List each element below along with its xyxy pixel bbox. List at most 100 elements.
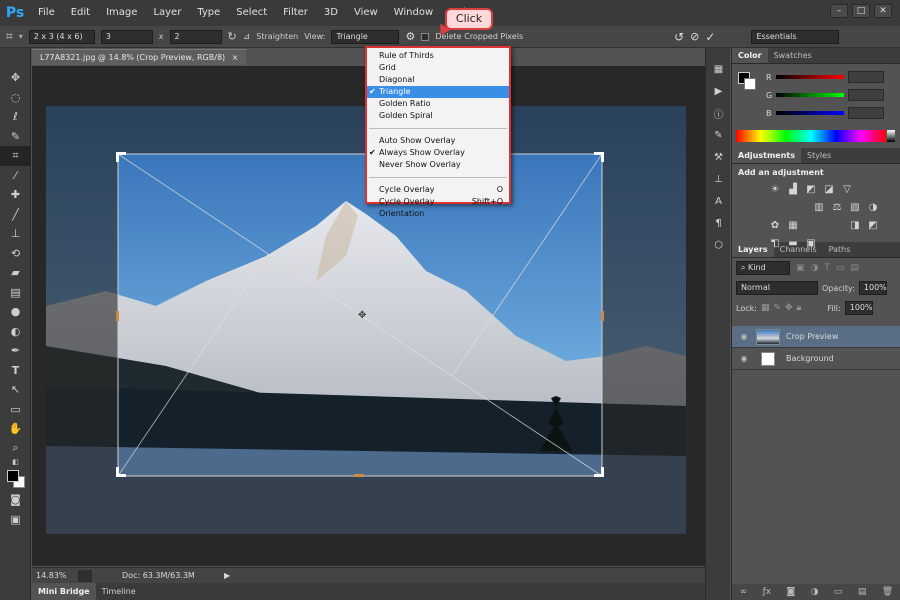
3d-panel-icon[interactable]: ⬡ [706,234,731,256]
hue-saturation-icon[interactable]: ⚖ [830,201,844,215]
blur-tool-icon[interactable]: ● [0,302,31,322]
gradient-map-triangle-icon[interactable]: ▽ [840,183,854,197]
brush-tool-icon[interactable]: ╱ [0,205,31,225]
channel-mixer-icon[interactable]: ▦ [786,219,800,233]
layer-name[interactable]: Background [786,354,834,363]
lock-position-icon[interactable]: ✥ [785,303,793,313]
menu-3d[interactable]: 3D [316,0,346,26]
lasso-tool-icon[interactable]: ℓ [0,107,31,127]
straighten-label[interactable]: Straighten [256,32,298,41]
pen-tool-icon[interactable]: ✒ [0,341,31,361]
link-layers-icon[interactable]: ∞ [740,587,748,597]
actions-panel-icon[interactable]: ▶ [706,80,731,102]
type-tool-icon[interactable]: T [0,361,31,381]
black-white-icon[interactable]: ◑ [866,201,880,215]
color-spectrum[interactable] [736,130,886,142]
foreground-color-swatch[interactable] [7,470,19,482]
levels-icon[interactable]: ▟ [786,183,800,197]
quick-mask-icon[interactable]: ◙ [0,490,31,510]
brightness-contrast-icon[interactable]: ☀ [768,183,782,197]
path-select-tool-icon[interactable]: ↖ [0,380,31,400]
tool-presets-icon[interactable]: ⚒ [706,146,731,168]
tab-paths[interactable]: Paths [823,242,857,257]
spectrum-white-chip[interactable] [887,130,895,142]
menu-edit[interactable]: Edit [63,0,98,26]
tab-channels[interactable]: Channels [774,242,823,257]
auto-show-overlay[interactable]: Auto Show Overlay [367,135,509,147]
overlay-golden-spiral[interactable]: Golden Spiral [367,110,509,122]
tool-preset-dropdown-icon[interactable]: ▾ [19,32,23,41]
gradient-tool-icon[interactable]: ▤ [0,283,31,303]
lock-pixels-icon[interactable]: ✎ [773,303,781,313]
layer-name[interactable]: Crop Preview [786,332,838,341]
minimize-button[interactable]: – [830,4,848,18]
clone-stamp-tool-icon[interactable]: ⊥ [0,224,31,244]
menu-select[interactable]: Select [228,0,275,26]
paragraph-panel-icon[interactable]: ¶ [706,212,731,234]
menu-view[interactable]: View [346,0,386,26]
color-swatches[interactable] [0,466,31,490]
vibrance-icon[interactable]: ▥ [812,201,826,215]
tab-color[interactable]: Color [732,48,768,63]
color-balance-icon[interactable]: ▧ [848,201,862,215]
status-menu-arrow-icon[interactable]: ▶ [224,571,230,580]
new-adjustment-icon[interactable]: ◑ [811,587,819,597]
filter-shape-icon[interactable]: ▭ [836,263,845,273]
new-group-icon[interactable]: ▭ [834,587,843,597]
filter-smart-icon[interactable]: ▤ [850,263,859,273]
cancel-icon[interactable]: ⊘ [690,30,699,43]
blue-slider[interactable] [775,111,844,115]
fill-field[interactable]: 100% [844,301,873,315]
menu-filter[interactable]: Filter [275,0,316,26]
green-slider[interactable] [776,93,845,97]
exposure-icon[interactable]: ◪ [822,183,836,197]
photo-filter-icon[interactable]: ✿ [768,219,782,233]
invert-icon[interactable]: ◨ [848,219,862,233]
green-value-field[interactable] [848,89,885,101]
fx-icon[interactable]: ƒx [763,587,772,597]
new-layer-icon[interactable]: ▤ [858,587,867,597]
red-value-field[interactable] [847,71,884,83]
lock-transparent-icon[interactable]: ▦ [761,303,770,313]
shape-tool-icon[interactable]: ▭ [0,400,31,420]
always-show-overlay[interactable]: ✔ Always Show Overlay [367,147,509,159]
close-button[interactable]: ✕ [874,4,892,18]
red-slider[interactable] [775,75,844,79]
lock-all-icon[interactable]: 🔒︎ [797,303,802,313]
layer-row-background[interactable]: ◉ Background [732,348,900,370]
workspace-select[interactable]: Essentials [751,29,840,44]
layer-row-crop-preview[interactable]: ◉ Crop Preview [732,326,900,348]
menu-window[interactable]: Window [386,0,441,26]
tab-adjustments[interactable]: Adjustments [732,148,801,163]
quick-select-tool-icon[interactable]: ✎ [0,127,31,147]
history-brush-tool-icon[interactable]: ⟲ [0,244,31,264]
tab-styles[interactable]: Styles [801,148,837,163]
commit-icon[interactable]: ✓ [705,30,715,44]
menu-image[interactable]: Image [98,0,145,26]
layer-filter-select[interactable]: ⌕ Kind [736,261,790,275]
swap-ratio-icon[interactable]: ↻ [228,30,237,43]
never-show-overlay[interactable]: Never Show Overlay [367,159,509,171]
screen-mode-icon[interactable]: ▣ [0,510,31,530]
tab-timeline[interactable]: Timeline [96,583,142,600]
history-panel-icon[interactable]: ▦ [706,58,731,80]
healing-tool-icon[interactable]: ✚ [0,185,31,205]
document-tab[interactable]: L77A8321.jpg @ 14.8% (Crop Preview, RGB/… [32,49,247,65]
marquee-tool-icon[interactable]: ◌ [0,88,31,108]
overlay-grid[interactable]: Grid [367,62,509,74]
posterize-icon[interactable]: ◩ [866,219,880,233]
tab-swatches[interactable]: Swatches [768,48,818,63]
straighten-icon[interactable]: ⊿ [243,32,251,42]
default-colors-icon[interactable]: ◧ [0,458,31,466]
width-field[interactable]: 3 [100,29,153,44]
status-info-icon[interactable] [78,569,92,582]
character-panel-icon[interactable]: A [706,190,731,212]
overlay-diagonal[interactable]: Diagonal [367,74,509,86]
menu-type[interactable]: Type [189,0,228,26]
view-select[interactable]: Triangle [331,29,400,44]
clone-source-icon[interactable]: ⊥ [706,168,731,190]
eyedropper-tool-icon[interactable]: ⁄ [0,166,31,186]
height-field[interactable]: 2 [169,29,222,44]
eraser-tool-icon[interactable]: ▰ [0,263,31,283]
document-tab-close[interactable]: × [232,53,239,62]
